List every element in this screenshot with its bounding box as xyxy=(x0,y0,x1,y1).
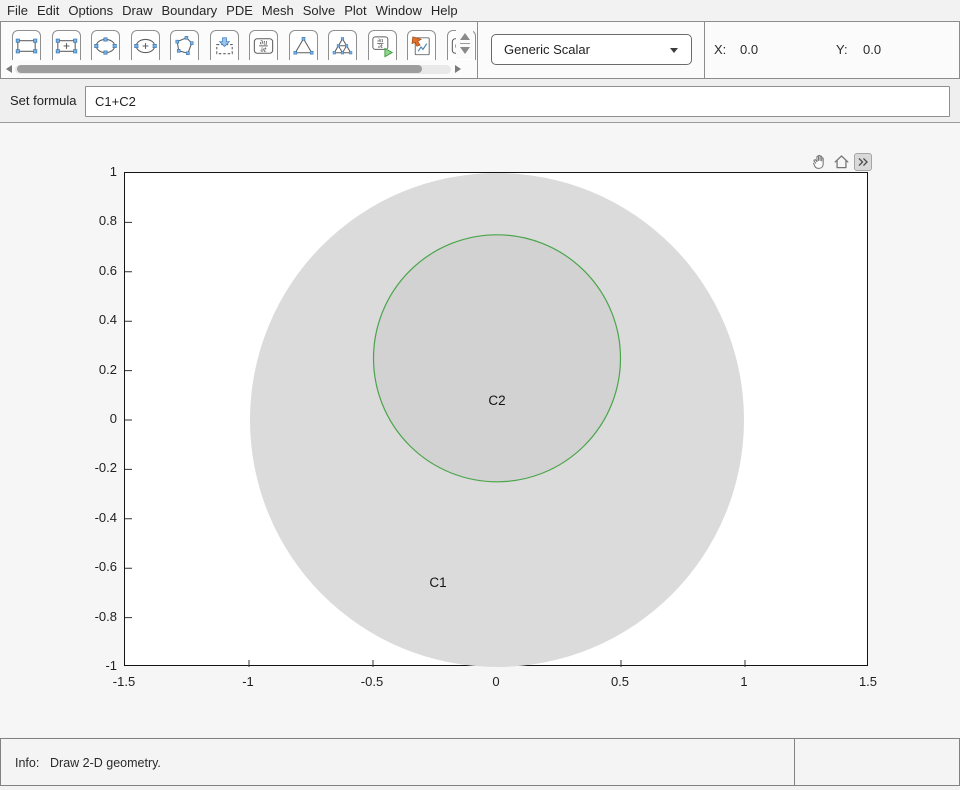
scroll-left-icon[interactable] xyxy=(6,65,12,73)
status-bar-extra xyxy=(794,738,960,786)
toolbar-scrollbar xyxy=(2,60,477,79)
menu-bar: File Edit Options Draw Boundary PDE Mesh… xyxy=(0,0,960,21)
y-tick-label: -0.2 xyxy=(69,460,117,476)
x-tick-label: 1 xyxy=(714,674,774,690)
y-tick-label: -1 xyxy=(69,658,117,674)
info-label: Info: xyxy=(15,756,39,770)
equation-type-dropdown[interactable]: Generic Scalar xyxy=(491,34,692,65)
geometry-c2-label: C2 xyxy=(488,393,505,408)
menu-item-options[interactable]: Options xyxy=(68,3,113,18)
geometry-c2-circle xyxy=(374,235,621,482)
menu-item-help[interactable]: Help xyxy=(431,3,458,18)
plot-solution-icon xyxy=(408,32,435,60)
initialize-mesh-icon xyxy=(290,32,317,60)
menu-item-window[interactable]: Window xyxy=(376,3,422,18)
draw-ellipse-icon xyxy=(92,32,119,60)
x-tick-label: 1.5 xyxy=(838,674,898,690)
x-tick-label: 0 xyxy=(466,674,526,690)
chevron-down-icon xyxy=(670,48,678,53)
status-bar-info: Info: Draw 2-D geometry. xyxy=(0,738,795,786)
info-text: Draw 2-D geometry. xyxy=(50,756,161,770)
svg-text:∂t: ∂t xyxy=(377,44,383,50)
menu-item-mesh[interactable]: Mesh xyxy=(262,3,294,18)
plot-axes[interactable]: C2 C1 xyxy=(124,172,868,666)
y-tick-label: 0.2 xyxy=(69,362,117,378)
geometry-figure: 1 0.8 0.6 0.4 0.2 0 -0.2 -0.4 -0.6 -0.8 … xyxy=(0,123,960,737)
menu-item-boundary[interactable]: Boundary xyxy=(162,3,218,18)
y-tick-label: 0.6 xyxy=(69,263,117,279)
drawing-toolbar: ∂u ∂t xyxy=(0,21,478,79)
draw-rectangle-icon xyxy=(13,32,40,60)
menu-item-edit[interactable]: Edit xyxy=(37,3,59,18)
spinner-down-icon[interactable] xyxy=(460,47,470,54)
y-tick-label: -0.8 xyxy=(69,609,117,625)
solve-pde-icon: ∂u ∂t xyxy=(369,32,396,60)
x-tick-label: -1.5 xyxy=(94,674,154,690)
geometry-canvas: C2 C1 xyxy=(125,173,869,667)
set-formula-label: Set formula xyxy=(10,79,76,122)
equation-type-value: Generic Scalar xyxy=(504,42,590,57)
y-tick-label: -0.6 xyxy=(69,559,117,575)
x-tick-label: -0.5 xyxy=(342,674,402,690)
pan-hand-icon[interactable] xyxy=(810,152,829,171)
svg-text:∂t: ∂t xyxy=(260,46,266,54)
menu-item-pde[interactable]: PDE xyxy=(226,3,253,18)
scrollbar-thumb[interactable] xyxy=(17,65,422,73)
axes-toolbar xyxy=(810,152,872,171)
x-coord-label: X: xyxy=(714,42,726,57)
spinner-divider xyxy=(460,43,470,44)
boundary-mode-icon xyxy=(211,32,238,60)
scroll-right-icon[interactable] xyxy=(455,65,461,73)
x-tick-label: 0.5 xyxy=(590,674,650,690)
y-tick-label: 0.8 xyxy=(69,213,117,229)
y-coord-label: Y: xyxy=(836,42,848,57)
x-coord-value: 0.0 xyxy=(740,42,758,57)
menu-item-solve[interactable]: Solve xyxy=(303,3,336,18)
y-tick-label: -0.4 xyxy=(69,510,117,526)
toolbar-spinner xyxy=(456,28,473,59)
draw-ellipse-centered-icon xyxy=(132,32,159,60)
draw-rectangle-centered-icon xyxy=(53,32,80,60)
y-tick-label: 1 xyxy=(69,164,117,180)
x-tick-label: -1 xyxy=(218,674,278,690)
coordinate-readout: X: 0.0 Y: 0.0 xyxy=(704,21,960,79)
y-tick-label: 0 xyxy=(69,411,117,427)
y-tick-label: 0.4 xyxy=(69,312,117,328)
spinner-up-icon[interactable] xyxy=(460,33,470,40)
geometry-c1-label: C1 xyxy=(429,575,446,590)
menu-item-draw[interactable]: Draw xyxy=(122,3,152,18)
menu-item-plot[interactable]: Plot xyxy=(344,3,366,18)
pde-specification-icon: ∂u ∂t xyxy=(250,32,277,60)
draw-polygon-icon xyxy=(171,32,198,60)
header-row: ∂u ∂t xyxy=(0,21,960,79)
scrollbar-track[interactable] xyxy=(15,65,451,74)
set-formula-bar: Set formula xyxy=(0,79,960,123)
menu-item-file[interactable]: File xyxy=(7,3,28,18)
double-chevron-icon xyxy=(855,154,871,170)
equation-type-panel: Generic Scalar xyxy=(477,21,705,79)
set-formula-input[interactable] xyxy=(85,86,950,117)
y-coord-value: 0.0 xyxy=(863,42,881,57)
more-tools-button[interactable] xyxy=(854,153,872,171)
refine-mesh-icon xyxy=(329,32,356,60)
home-icon[interactable] xyxy=(832,152,851,171)
